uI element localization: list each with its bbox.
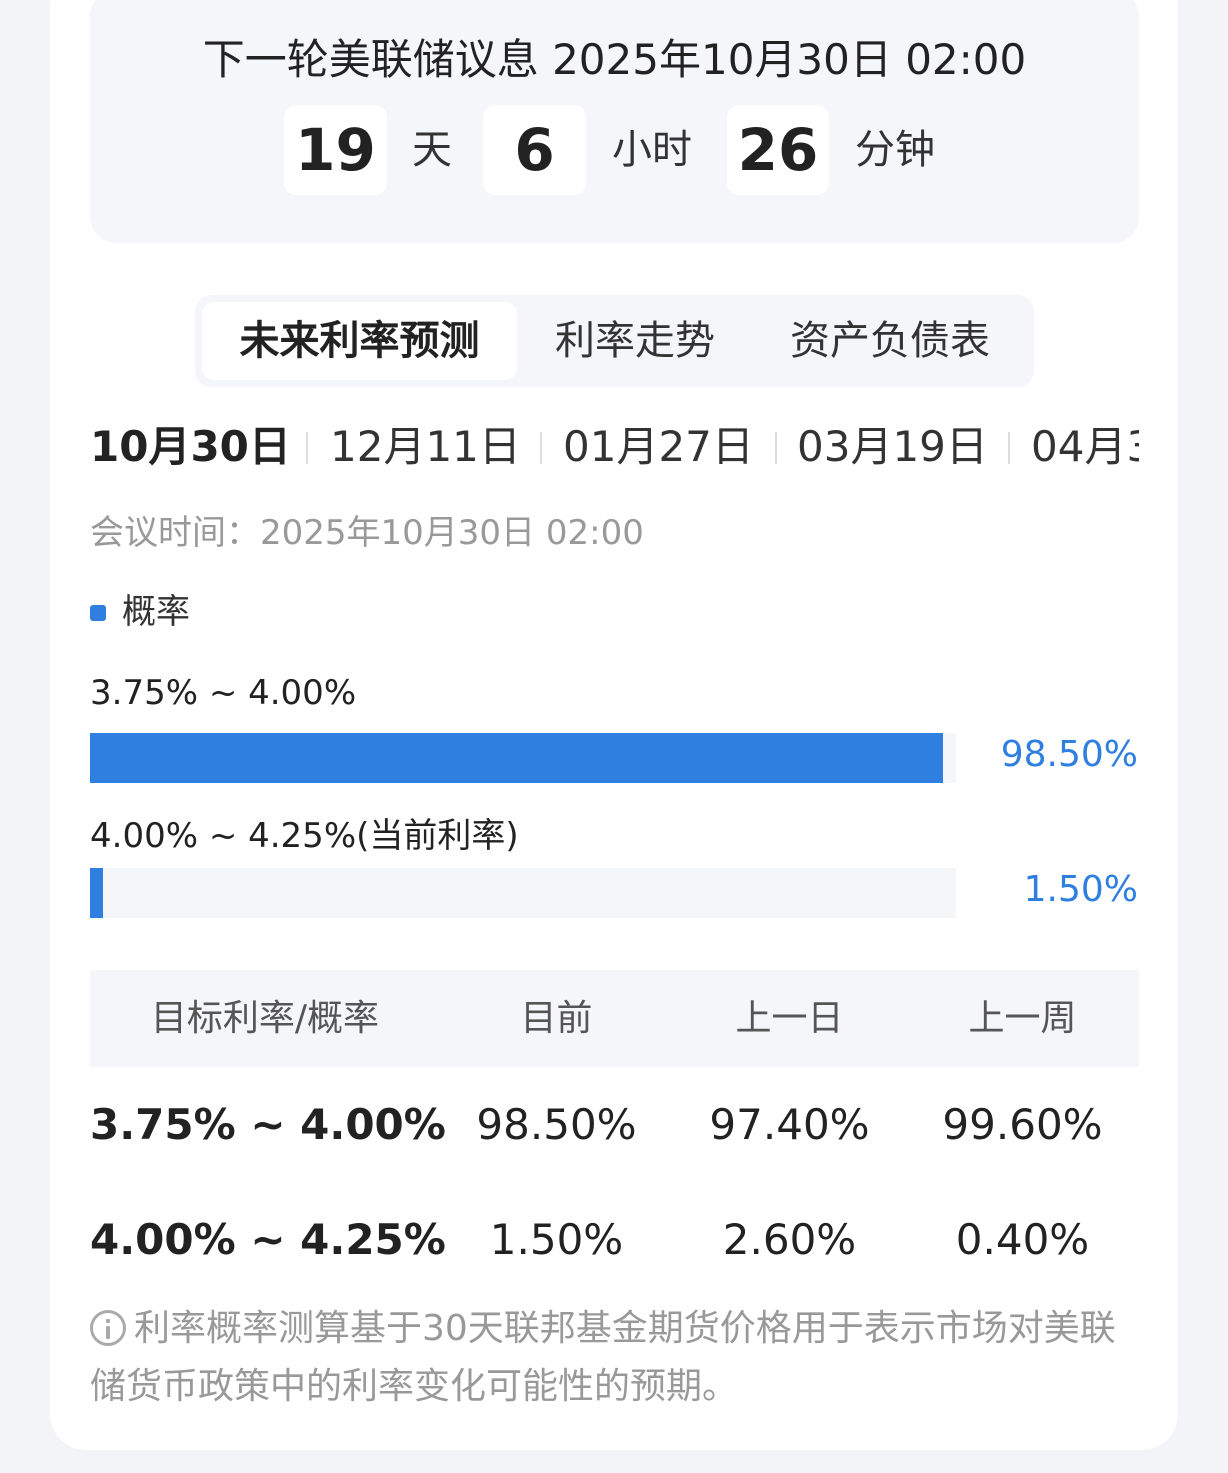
header-target-rate: 目标利率/概率 — [150, 998, 380, 1039]
disclaimer-note: 利率概率测算基于30天联邦基金期货价格用于表示市场对美联储货币政策中的利率变化可… — [90, 1300, 1139, 1416]
disclaimer-text: 利率概率测算基于30天联邦基金期货价格用于表示市场对美联储货币政策中的利率变化可… — [90, 1308, 1116, 1407]
fomc-countdown: 下一轮美联储议息 2025年10月30日 02:00 19 天 6 小时 26 … — [90, 0, 1139, 243]
bar-label-2: 4.00% ~ 4.25%(当前利率) — [90, 816, 519, 856]
date-divider — [540, 432, 542, 464]
date-tab-0319[interactable]: 03月19日 — [797, 415, 988, 479]
row-current: 1.50% — [489, 1215, 624, 1264]
table-row: 4.00% ~ 4.25% 1.50% 2.60% 0.40% — [90, 1185, 1139, 1295]
countdown-minutes-unit: 分钟 — [855, 127, 935, 173]
tab-balance-sheet[interactable]: 资产负债表 — [760, 302, 1020, 380]
row-prev-week: 0.40% — [955, 1215, 1090, 1264]
date-divider — [306, 432, 308, 464]
date-divider — [775, 432, 777, 464]
bar-fill-2 — [90, 868, 103, 918]
date-tab-1211[interactable]: 12月11日 — [330, 415, 521, 479]
countdown-hours-unit: 小时 — [612, 127, 692, 173]
table-row: 3.75% ~ 4.00% 98.50% 97.40% 99.60% — [90, 1070, 1139, 1180]
bar-value-2: 1.50% — [1023, 869, 1138, 910]
countdown-days: 19 — [284, 105, 387, 195]
tab-rate-trend[interactable]: 利率走势 — [525, 302, 745, 380]
bar-track-2 — [90, 868, 956, 918]
header-prev-day: 上一日 — [735, 998, 844, 1039]
bar-fill-1 — [90, 733, 943, 783]
date-divider — [1008, 432, 1010, 464]
countdown-row: 19 天 6 小时 26 分钟 — [90, 105, 1139, 195]
row-prev-day: 2.60% — [722, 1215, 857, 1264]
countdown-days-unit: 天 — [412, 127, 452, 173]
date-tab-04[interactable]: 04月3 — [1031, 415, 1139, 479]
row-rate: 3.75% ~ 4.00% — [90, 1100, 446, 1149]
row-prev-week: 99.60% — [942, 1100, 1103, 1149]
table-header: 目标利率/概率 目前 上一日 上一周 — [90, 970, 1139, 1067]
header-current: 目前 — [520, 998, 593, 1039]
meeting-time: 会议时间：2025年10月30日 02:00 — [90, 513, 644, 553]
tab-rate-forecast[interactable]: 未来利率预测 — [202, 302, 517, 380]
date-tab-0127[interactable]: 01月27日 — [563, 415, 754, 479]
row-rate: 4.00% ~ 4.25% — [90, 1215, 446, 1264]
view-tabs: 未来利率预测 利率走势 资产负债表 — [195, 295, 1034, 387]
countdown-title: 下一轮美联储议息 2025年10月30日 02:00 — [202, 35, 1027, 84]
countdown-minutes: 26 — [727, 105, 829, 195]
meeting-date-selector: 10月30日 12月11日 01月27日 03月19日 04月3 — [90, 415, 1139, 479]
bar-value-1: 98.50% — [1000, 734, 1138, 775]
countdown-hours: 6 — [483, 105, 586, 195]
row-current: 98.50% — [476, 1100, 637, 1149]
row-prev-day: 97.40% — [709, 1100, 870, 1149]
date-tab-1030[interactable]: 10月30日 — [90, 415, 291, 479]
legend-label: 概率 — [122, 592, 190, 632]
legend-swatch — [90, 605, 106, 621]
bar-label-1: 3.75% ~ 4.00% — [90, 673, 357, 713]
info-icon — [90, 1310, 126, 1346]
bar-track-1 — [90, 733, 956, 783]
header-prev-week: 上一周 — [968, 998, 1077, 1039]
